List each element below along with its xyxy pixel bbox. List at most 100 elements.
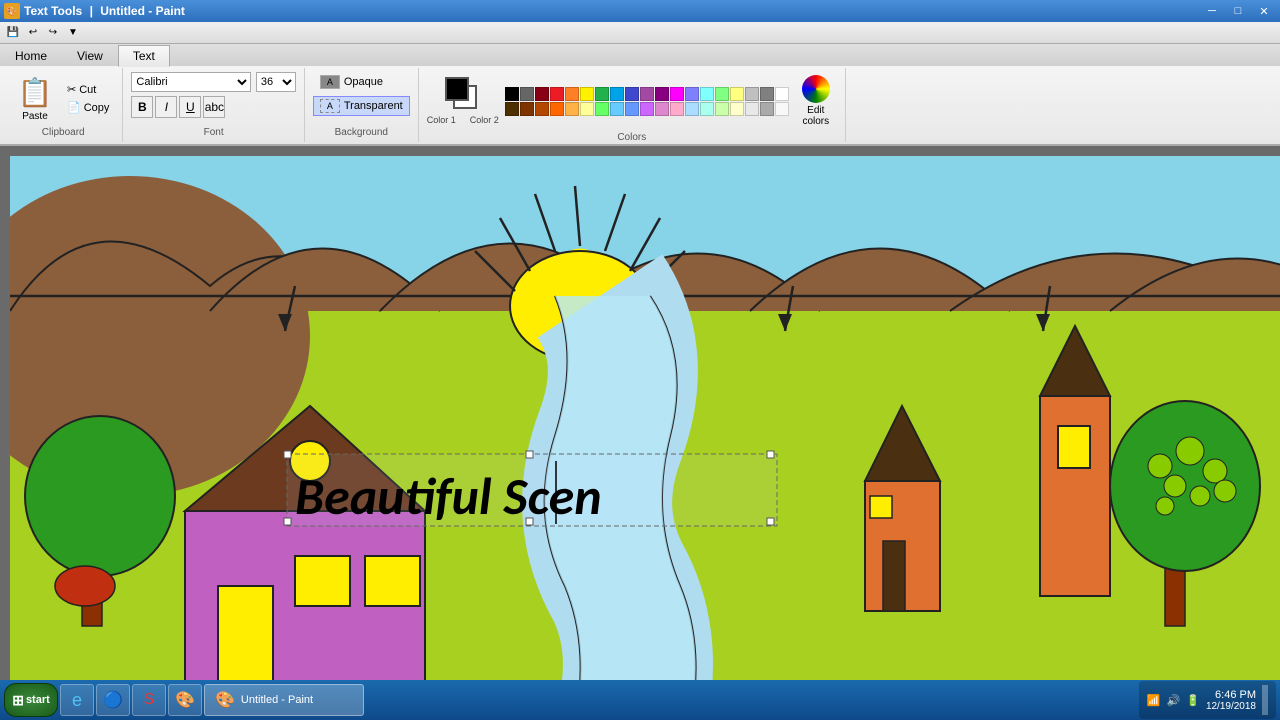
- colors-group: Color 1 Color 2: [419, 68, 846, 142]
- underline-button[interactable]: U: [179, 96, 201, 118]
- tab-text[interactable]: Text: [118, 45, 170, 67]
- font-group: Calibri Arial Times New Roman 36 12 24 4…: [123, 68, 304, 142]
- undo-quick-btn[interactable]: ↩: [24, 24, 42, 42]
- swatch-lightpink[interactable]: [670, 102, 684, 116]
- swatch-magenta[interactable]: [670, 87, 684, 101]
- title-bar-app: Text Tools: [24, 4, 82, 18]
- swatch-brightgreen[interactable]: [595, 102, 609, 116]
- italic-button[interactable]: I: [155, 96, 177, 118]
- strikethrough-button[interactable]: abc: [203, 96, 225, 118]
- palette-row-2: [505, 102, 789, 116]
- swatch-medgray[interactable]: [760, 102, 774, 116]
- show-desktop-btn[interactable]: [1262, 685, 1268, 715]
- swatch-purple[interactable]: [640, 87, 654, 101]
- swatch-darkorange[interactable]: [550, 102, 564, 116]
- swatch-silver[interactable]: [745, 87, 759, 101]
- color-stack: [445, 77, 481, 113]
- background-label: Background: [335, 125, 388, 138]
- swatch-palegreen[interactable]: [715, 102, 729, 116]
- swatch-mint[interactable]: [700, 102, 714, 116]
- edit-colors-button[interactable]: Editcolors: [795, 72, 837, 130]
- swatch-white[interactable]: [775, 87, 789, 101]
- swatch-darkred[interactable]: [535, 87, 549, 101]
- swatch-lightgray[interactable]: [745, 102, 759, 116]
- swatch-lightyellow2[interactable]: [580, 102, 594, 116]
- font-style-buttons: B I U abc: [131, 96, 225, 118]
- swatch-brown2[interactable]: [535, 102, 549, 116]
- swatch-darkgray[interactable]: [760, 87, 774, 101]
- minimize-button[interactable]: ─: [1200, 2, 1224, 20]
- tab-home[interactable]: Home: [0, 45, 62, 67]
- swatch-lightblue[interactable]: [685, 87, 699, 101]
- opaque-icon: A: [320, 75, 340, 89]
- swatch-paleblue[interactable]: [685, 102, 699, 116]
- swatch-nearwhite[interactable]: [775, 102, 789, 116]
- app-window: 🎨 Text Tools | Untitled - Paint ─ □ ✕ 💾 …: [0, 0, 1280, 720]
- swatch-yellow[interactable]: [580, 87, 594, 101]
- clipboard-small-buttons: ✂ Cut 📄 Copy: [62, 81, 114, 116]
- title-bar-left: 🎨 Text Tools | Untitled - Paint: [4, 3, 185, 19]
- swatch-brown1[interactable]: [520, 102, 534, 116]
- canvas-wrapper: Beautiful Scen: [10, 156, 1280, 698]
- cut-button[interactable]: ✂ Cut: [62, 81, 114, 98]
- swatch-darkpurple[interactable]: [655, 87, 669, 101]
- palette-row-1: [505, 87, 789, 101]
- save-quick-btn[interactable]: 💾: [4, 24, 22, 42]
- down-arrow-quick[interactable]: ▼: [64, 24, 82, 42]
- slides-taskbar-btn[interactable]: S: [132, 684, 166, 716]
- swatch-indigo[interactable]: [625, 87, 639, 101]
- swatch-lightyellow[interactable]: [730, 87, 744, 101]
- color1-swatch[interactable]: [445, 77, 469, 101]
- clipboard-group: 📋 Paste ✂ Cut 📄 Copy Clipboa: [4, 68, 123, 142]
- volume-icon: 🔊: [1167, 694, 1181, 707]
- paste-icon: 📋: [18, 76, 53, 109]
- bold-button[interactable]: B: [131, 96, 153, 118]
- color1-label: Color 1: [427, 115, 456, 125]
- paint-icon: 🎨: [4, 3, 20, 19]
- painting-canvas[interactable]: Beautiful Scen: [10, 156, 1280, 698]
- swatch-pink[interactable]: [655, 102, 669, 116]
- canvas-area[interactable]: Beautiful Scen: [0, 146, 1280, 698]
- swatch-darkbrown[interactable]: [505, 102, 519, 116]
- transparent-button[interactable]: A Transparent: [313, 96, 410, 116]
- font-family-select[interactable]: Calibri Arial Times New Roman: [131, 72, 251, 92]
- maximize-button[interactable]: □: [1226, 2, 1250, 20]
- font-group-content: Calibri Arial Times New Roman 36 12 24 4…: [131, 72, 295, 125]
- active-app-button[interactable]: 🎨 Untitled - Paint: [204, 684, 364, 716]
- swatch-lavender[interactable]: [640, 102, 654, 116]
- paint-taskbar-btn[interactable]: 🎨: [168, 684, 202, 716]
- title-bar-title: Untitled - Paint: [100, 4, 185, 18]
- tab-view[interactable]: View: [62, 45, 118, 67]
- redo-quick-btn[interactable]: ↪: [44, 24, 62, 42]
- network-icon: 📶: [1147, 694, 1161, 707]
- clock[interactable]: 6:46 PM 12/19/2018: [1206, 689, 1256, 712]
- windows-logo: ⊞: [12, 692, 24, 709]
- ribbon-content: 📋 Paste ✂ Cut 📄 Copy Clipboa: [0, 66, 1280, 144]
- clock-time: 6:46 PM: [1215, 689, 1256, 701]
- copy-button[interactable]: 📄 Copy: [62, 99, 114, 116]
- swatch-orange[interactable]: [565, 87, 579, 101]
- swatch-cyan[interactable]: [700, 87, 714, 101]
- quick-access-toolbar: 💾 ↩ ↪ ▼: [0, 22, 1280, 44]
- swatch-green[interactable]: [595, 87, 609, 101]
- chrome-taskbar-btn[interactable]: 🔵: [96, 684, 130, 716]
- swatch-gray[interactable]: [520, 87, 534, 101]
- swatch-red[interactable]: [550, 87, 564, 101]
- swatch-periwinkle[interactable]: [625, 102, 639, 116]
- swatch-lightgreen[interactable]: [715, 87, 729, 101]
- swatch-cream[interactable]: [730, 102, 744, 116]
- swatch-lightorange[interactable]: [565, 102, 579, 116]
- chrome-icon: 🔵: [103, 690, 123, 710]
- opaque-button[interactable]: A Opaque: [313, 72, 390, 92]
- colors-label: Colors: [617, 130, 646, 143]
- start-button[interactable]: ⊞ start: [4, 683, 58, 717]
- swatch-blue[interactable]: [610, 87, 624, 101]
- swatch-skyblue[interactable]: [610, 102, 624, 116]
- color-labels: Color 1 Color 2: [427, 115, 499, 125]
- ie-taskbar-btn[interactable]: e: [60, 684, 94, 716]
- paste-button[interactable]: 📋 Paste: [12, 76, 58, 122]
- font-size-select[interactable]: 36 12 24 48: [256, 72, 296, 92]
- close-button[interactable]: ✕: [1252, 2, 1276, 20]
- swatch-black[interactable]: [505, 87, 519, 101]
- font-top-row: Calibri Arial Times New Roman 36 12 24 4…: [131, 72, 295, 92]
